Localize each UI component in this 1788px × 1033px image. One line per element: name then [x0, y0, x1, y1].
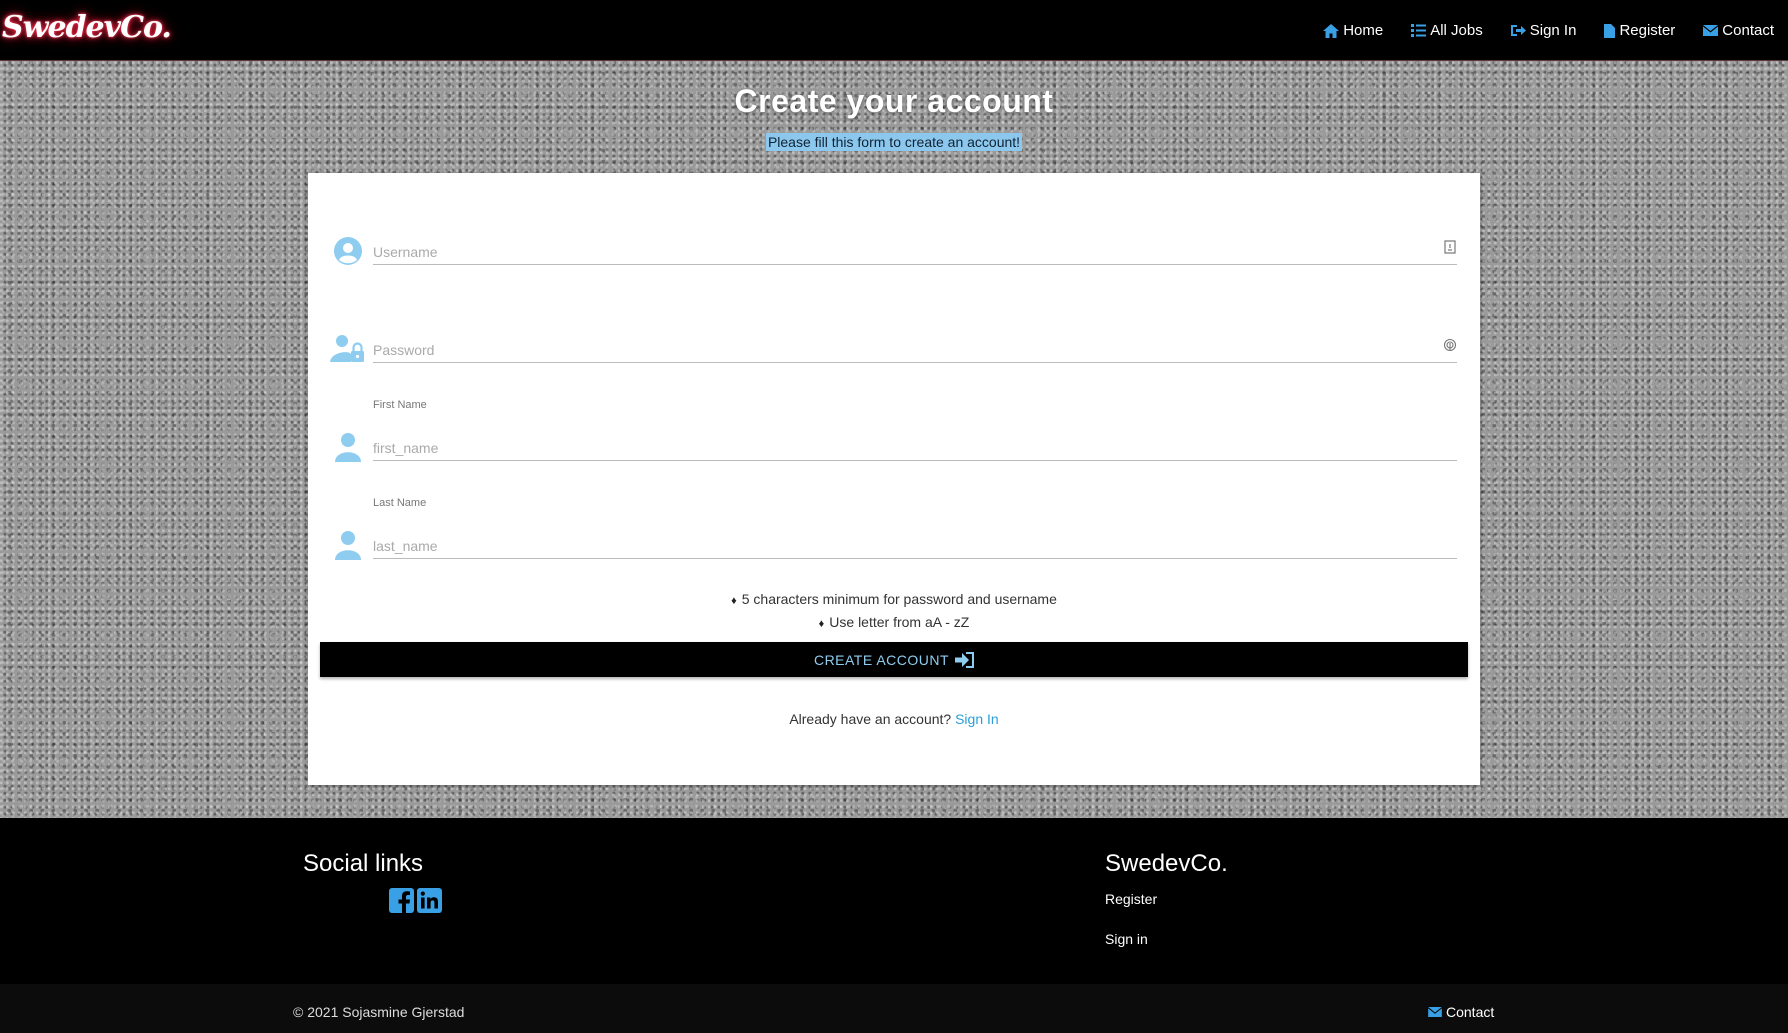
nav-all-jobs-label: All Jobs — [1430, 22, 1483, 39]
first-name-label: First Name — [373, 399, 427, 411]
top-navbar: SwedevCo. Home All Jobs Sign In Register… — [0, 0, 1788, 61]
diamond-bullet: ♦ — [731, 595, 737, 607]
brand-logo[interactable]: SwedevCo. — [2, 10, 172, 45]
footer-contact-label: Contact — [1446, 1004, 1495, 1020]
home-icon — [1323, 23, 1340, 38]
password-rules: ♦ 5 characters minimum for password and u… — [308, 589, 1480, 635]
nav-home-label: Home — [1343, 22, 1384, 39]
social-icons — [389, 888, 442, 913]
password-field — [330, 301, 1457, 371]
footer: Social links SwedevCo. Register Sign in … — [0, 818, 1788, 1033]
user-icon — [330, 527, 366, 563]
create-account-button[interactable]: CREATE ACCOUNT — [320, 642, 1468, 677]
signin-link[interactable]: Sign In — [955, 711, 999, 727]
page-title: Create your account — [734, 83, 1054, 119]
rule-item: ♦ Use letter from aA - zZ — [308, 612, 1480, 635]
social-links-title: Social links — [303, 850, 424, 877]
username-input[interactable] — [373, 233, 1457, 265]
register-form-card: First Name Last Name ♦ 5 characters minim… — [308, 173, 1480, 785]
nav-contact[interactable]: Contact — [1703, 22, 1774, 39]
user-circle-icon — [330, 233, 366, 269]
nav-all-jobs[interactable]: All Jobs — [1411, 22, 1483, 39]
password-input[interactable] — [373, 331, 1457, 363]
subtitle-wrap: Please fill this form to create an accou… — [0, 133, 1788, 152]
copyright-text: © 2021 Sojasmine Gjerstad — [293, 1004, 465, 1020]
nav-contact-label: Contact — [1722, 22, 1774, 39]
footer-register-link[interactable]: Register — [1105, 891, 1157, 907]
sign-in-arrow-icon — [955, 651, 975, 668]
nav-sign-in-label: Sign In — [1529, 22, 1577, 39]
id-card-icon — [1442, 239, 1458, 255]
envelope-icon — [1428, 1007, 1442, 1017]
signin-prompt-text: Already have an account? — [789, 711, 952, 727]
first-name-input[interactable] — [373, 429, 1457, 461]
linkedin-icon[interactable] — [417, 888, 442, 913]
last-name-input[interactable] — [373, 527, 1457, 559]
facebook-icon[interactable] — [389, 888, 414, 913]
envelope-icon — [1703, 25, 1719, 36]
rule-text: 5 characters minimum for password and us… — [741, 591, 1057, 607]
diamond-bullet: ♦ — [818, 618, 825, 630]
nav-register-label: Register — [1619, 22, 1676, 39]
fingerprint-icon — [1442, 337, 1458, 353]
document-icon — [1604, 23, 1616, 38]
signin-prompt-line: Already have an account? Sign In — [308, 711, 1480, 727]
nav-register[interactable]: Register — [1604, 22, 1675, 39]
footer-contact-link[interactable]: Contact — [1428, 1004, 1494, 1020]
main-content: Create your account Please fill this for… — [0, 61, 1788, 818]
create-account-label: CREATE ACCOUNT — [813, 651, 950, 668]
footer-bottom-bar — [0, 984, 1788, 1033]
page-subtitle: Please fill this form to create an accou… — [765, 133, 1023, 151]
nav-home[interactable]: Home — [1323, 22, 1383, 39]
nav-sign-in[interactable]: Sign In — [1510, 22, 1577, 39]
main-nav: Home All Jobs Sign In Register Contact — [1323, 0, 1774, 61]
username-field — [330, 203, 1457, 273]
user-icon — [330, 429, 366, 465]
sign-in-icon — [1510, 25, 1526, 36]
footer-brand-title: SwedevCo. — [1105, 850, 1228, 877]
list-icon — [1411, 24, 1427, 37]
rule-text: Use letter from aA - zZ — [829, 614, 970, 630]
last-name-field: Last Name — [330, 497, 1457, 567]
first-name-field: First Name — [330, 399, 1457, 469]
rule-item: ♦ 5 characters minimum for password and u… — [308, 589, 1480, 612]
last-name-label: Last Name — [373, 497, 427, 509]
footer-sign-in-link[interactable]: Sign in — [1105, 931, 1148, 947]
user-lock-icon — [330, 331, 366, 367]
